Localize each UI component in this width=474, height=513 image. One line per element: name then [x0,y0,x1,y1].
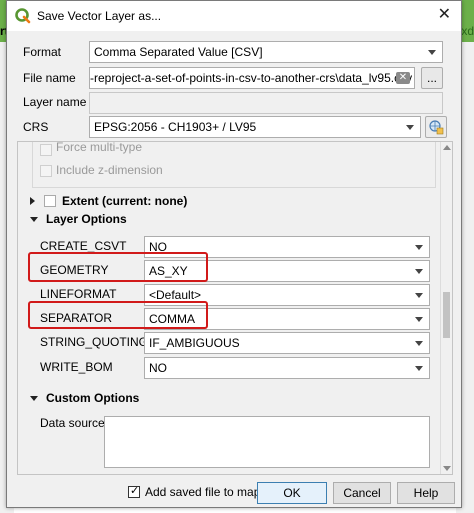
force-multi-label: Force multi-type [56,141,143,154]
option-label-create-csvt: CREATE_CSVT [40,239,127,253]
format-label: Format [23,45,62,59]
highlight-box-geometry [28,252,208,282]
add-to-map-label: Add saved file to map [145,485,261,499]
extent-checkbox[interactable] [44,195,56,207]
scroll-up-icon[interactable] [443,145,451,150]
chevron-down-icon [428,50,436,55]
file-name-value: -reproject-a-set-of-points-in-csv-to-ano… [90,71,413,85]
data-source-label: Data source [40,416,105,430]
crs-label: CRS [23,120,49,134]
layer-name-label: Layer name [23,95,87,109]
chevron-down-icon [415,341,423,346]
clear-text-icon[interactable]: ✕ [396,72,410,84]
crs-value: EPSG:2056 - CH1903+ / LV95 [94,120,257,134]
crs-globe-icon [429,120,444,135]
layer-name-input[interactable] [89,92,443,114]
file-name-input[interactable]: -reproject-a-set-of-points-in-csv-to-ano… [89,67,415,89]
option-value: IF_AMBIGUOUS [149,336,240,350]
crs-picker-button[interactable] [425,116,447,138]
scroll-down-icon[interactable] [443,466,451,471]
option-label-string-quoting: STRING_QUOTING [40,335,149,349]
option-label-write-bom: WRITE_BOM [40,360,113,374]
chevron-down-icon [415,317,423,322]
chevron-down-icon [415,245,423,250]
close-icon[interactable]: ✕ [438,7,451,23]
dialog-title: Save Vector Layer as... [37,9,162,23]
highlight-box-separator [28,301,208,329]
chevron-down-icon [415,269,423,274]
dialog-titlebar[interactable]: Save Vector Layer as... ✕ [7,1,461,31]
format-select[interactable]: Comma Separated Value [CSV] [89,41,443,63]
vertical-scrollbar[interactable] [440,142,452,474]
option-select-write-bom[interactable]: NO [144,357,430,379]
custom-options-title[interactable]: Custom Options [46,391,139,405]
extent-label[interactable]: Extent (current: none) [62,194,187,208]
option-select-string-quoting[interactable]: IF_AMBIGUOUS [144,332,430,354]
background-text-right: xd [461,24,474,38]
chevron-down-icon [415,366,423,371]
chevron-down-icon [406,125,414,130]
add-to-map-checkbox[interactable] [128,484,140,498]
layer-options-title[interactable]: Layer Options [46,212,127,226]
options-scroll-area[interactable]: Force multi-type Include z-dimension Ext… [17,141,453,475]
file-name-label: File name [23,71,76,85]
ok-button[interactable]: OK [257,482,327,504]
chevron-right-icon[interactable] [30,197,35,205]
option-value: <Default> [149,288,202,302]
help-button[interactable]: Help [397,482,455,504]
data-source-textarea[interactable] [104,416,430,468]
chevron-down-icon[interactable] [30,396,38,401]
cancel-button[interactable]: Cancel [333,482,391,504]
scrollbar-thumb[interactable] [443,292,450,338]
format-value: Comma Separated Value [CSV] [94,45,263,59]
browse-button[interactable]: ... [421,67,443,89]
qgis-logo-icon [15,8,31,24]
save-vector-layer-dialog: Save Vector Layer as... ✕ Format Comma S… [6,0,462,508]
include-z-label: Include z-dimension [56,163,163,177]
crs-select[interactable]: EPSG:2056 - CH1903+ / LV95 [89,116,421,138]
include-z-checkbox[interactable] [40,165,52,177]
chevron-down-icon[interactable] [30,217,38,222]
chevron-down-icon [415,293,423,298]
force-multi-checkbox[interactable] [40,144,52,156]
option-label-lineformat: LINEFORMAT [40,287,117,301]
option-value: NO [149,361,167,375]
